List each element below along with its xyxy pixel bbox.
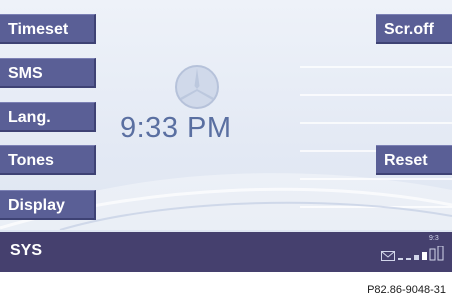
figure-caption: P82.86-9048-31 [367, 284, 446, 296]
reset-button[interactable]: Reset [376, 145, 452, 175]
display-screen: Timeset SMS Lang. Tones Display Scr.off … [0, 0, 452, 272]
language-button[interactable]: Lang. [0, 102, 96, 132]
signal-strength-icon [398, 246, 444, 261]
status-bar: SYS 9:3 [0, 232, 452, 272]
tones-button[interactable]: Tones [0, 145, 96, 175]
envelope-icon [381, 251, 395, 261]
mercedes-star-logo [175, 65, 219, 109]
screen-off-button[interactable]: Scr.off [376, 14, 452, 44]
clock-display: 9:33 PM [120, 112, 232, 144]
status-time: 9:3 [429, 235, 439, 242]
status-mode-label: SYS [10, 242, 43, 259]
sms-button[interactable]: SMS [0, 58, 96, 88]
display-button[interactable]: Display [0, 190, 96, 220]
timeset-button[interactable]: Timeset [0, 14, 96, 44]
